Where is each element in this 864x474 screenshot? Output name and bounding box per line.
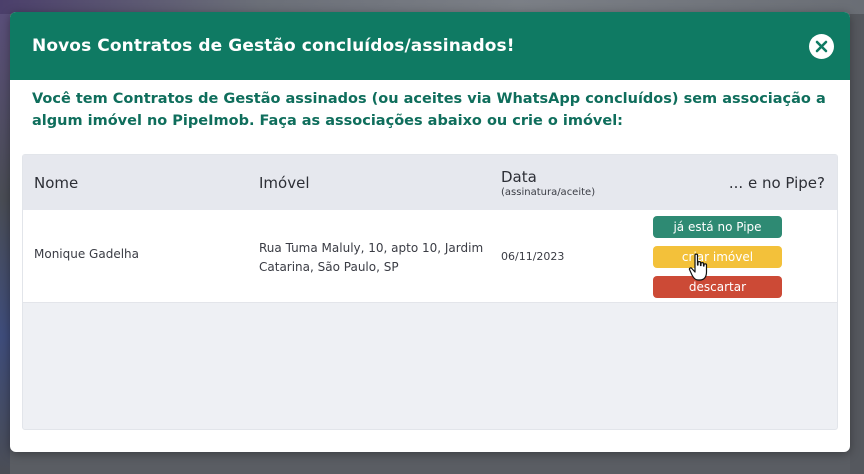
column-header-data: Data (assinatura/aceite) (501, 155, 595, 210)
ja-esta-no-pipe-button[interactable]: já está no Pipe (653, 216, 782, 238)
intro-text: Você tem Contratos de Gestão assinados (… (32, 91, 826, 129)
contracts-table: Nome Imóvel Data (assinatura/aceite) ...… (22, 154, 838, 430)
modal-header: Novos Contratos de Gestão concluídos/ass… (10, 12, 850, 80)
table-header: Nome Imóvel Data (assinatura/aceite) ...… (23, 155, 837, 210)
background-app-left (0, 14, 10, 474)
contracts-modal: Novos Contratos de Gestão concluídos/ass… (10, 12, 850, 452)
cell-nome: Monique Gadelha (34, 247, 139, 261)
descartar-button[interactable]: descartar (653, 276, 782, 298)
column-header-data-label: Data (501, 167, 537, 186)
close-button[interactable] (809, 34, 834, 59)
column-header-imovel: Imóvel (259, 173, 310, 192)
column-header-pipe: ... e no Pipe? (728, 173, 825, 192)
cell-data: 06/11/2023 (501, 250, 565, 263)
cell-imovel: Rua Tuma Maluly, 10, apto 10, Jardim Cat… (259, 241, 484, 274)
criar-imovel-button[interactable]: criar imóvel (653, 246, 782, 268)
column-header-nome: Nome (34, 173, 79, 192)
modal-title: Novos Contratos de Gestão concluídos/ass… (32, 36, 515, 56)
table-row: Monique Gadelha Rua Tuma Maluly, 10, apt… (23, 210, 837, 303)
background-app-right (850, 14, 864, 474)
close-icon (815, 40, 828, 53)
column-header-data-sub: (assinatura/aceite) (501, 186, 596, 198)
